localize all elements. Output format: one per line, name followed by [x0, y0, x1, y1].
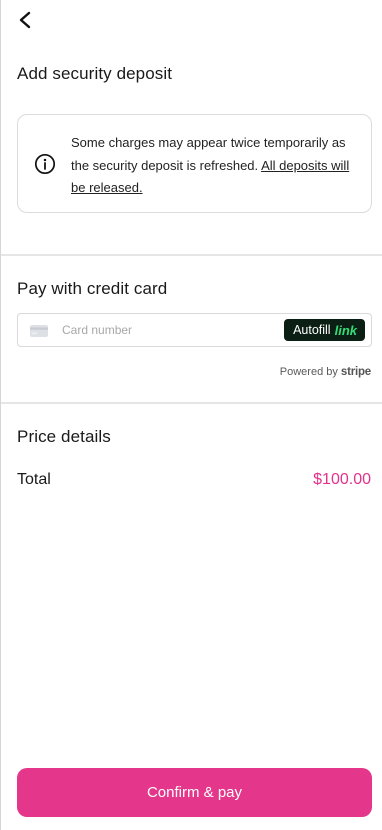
link-logo: link	[334, 322, 357, 338]
price-details-title: Price details	[17, 427, 111, 446]
autofill-link-button[interactable]: Autofill link	[284, 319, 365, 341]
notice-text: Some charges may appear twice temporaril…	[71, 132, 361, 200]
powered-by-stripe: Powered by stripe	[280, 366, 371, 378]
card-number-field[interactable]: Card number Autofill link	[17, 313, 372, 347]
total-value: $100.00	[313, 471, 371, 488]
stripe-logo: stripe	[340, 366, 371, 378]
payment-screen: Add security deposit Some charges may ap…	[0, 0, 382, 830]
powered-by-label: Powered by	[279, 366, 338, 378]
back-button[interactable]	[13, 8, 37, 32]
confirm-pay-button[interactable]: Confirm & pay	[17, 768, 372, 817]
deposit-title: Add security deposit	[17, 64, 173, 83]
payment-title: Pay with credit card	[17, 279, 168, 298]
info-icon	[34, 153, 56, 175]
total-label: Total	[17, 471, 51, 488]
chevron-left-icon	[19, 11, 31, 29]
credit-card-icon	[30, 325, 48, 337]
section-divider	[1, 402, 382, 404]
autofill-label: Autofill	[293, 323, 331, 337]
deposit-notice: Some charges may appear twice temporaril…	[17, 114, 372, 213]
card-number-placeholder: Card number	[62, 323, 133, 337]
section-divider	[1, 254, 382, 256]
